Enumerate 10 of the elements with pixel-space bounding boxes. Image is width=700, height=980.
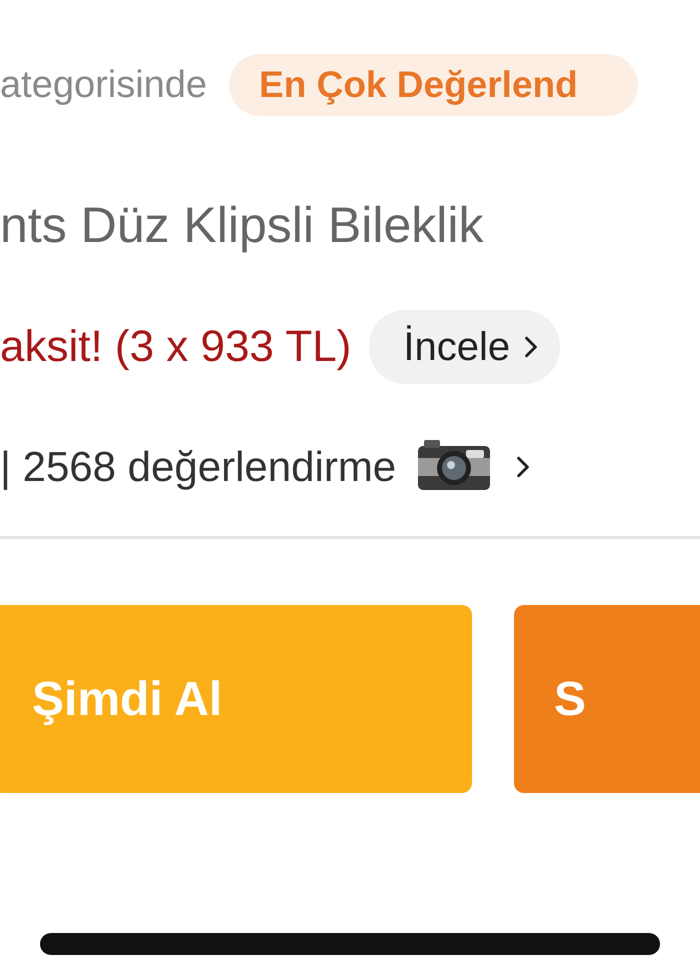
buy-now-button[interactable]: Şimdi Al [0, 605, 472, 793]
category-text: ategorisinde [0, 64, 208, 106]
chevron-icon [524, 336, 538, 358]
cart-button[interactable]: S [514, 605, 700, 793]
chevron-icon[interactable] [516, 456, 530, 478]
installment-text: aksit! (3 x 933 TL) [0, 322, 352, 372]
product-title: nts Düz Klipsli Bileklik [0, 196, 484, 254]
review-button[interactable]: İncele [369, 310, 560, 384]
review-count[interactable]: | 2568 değerlendirme [0, 443, 396, 491]
ranking-badge[interactable]: En Çok Değerlend [229, 54, 638, 116]
